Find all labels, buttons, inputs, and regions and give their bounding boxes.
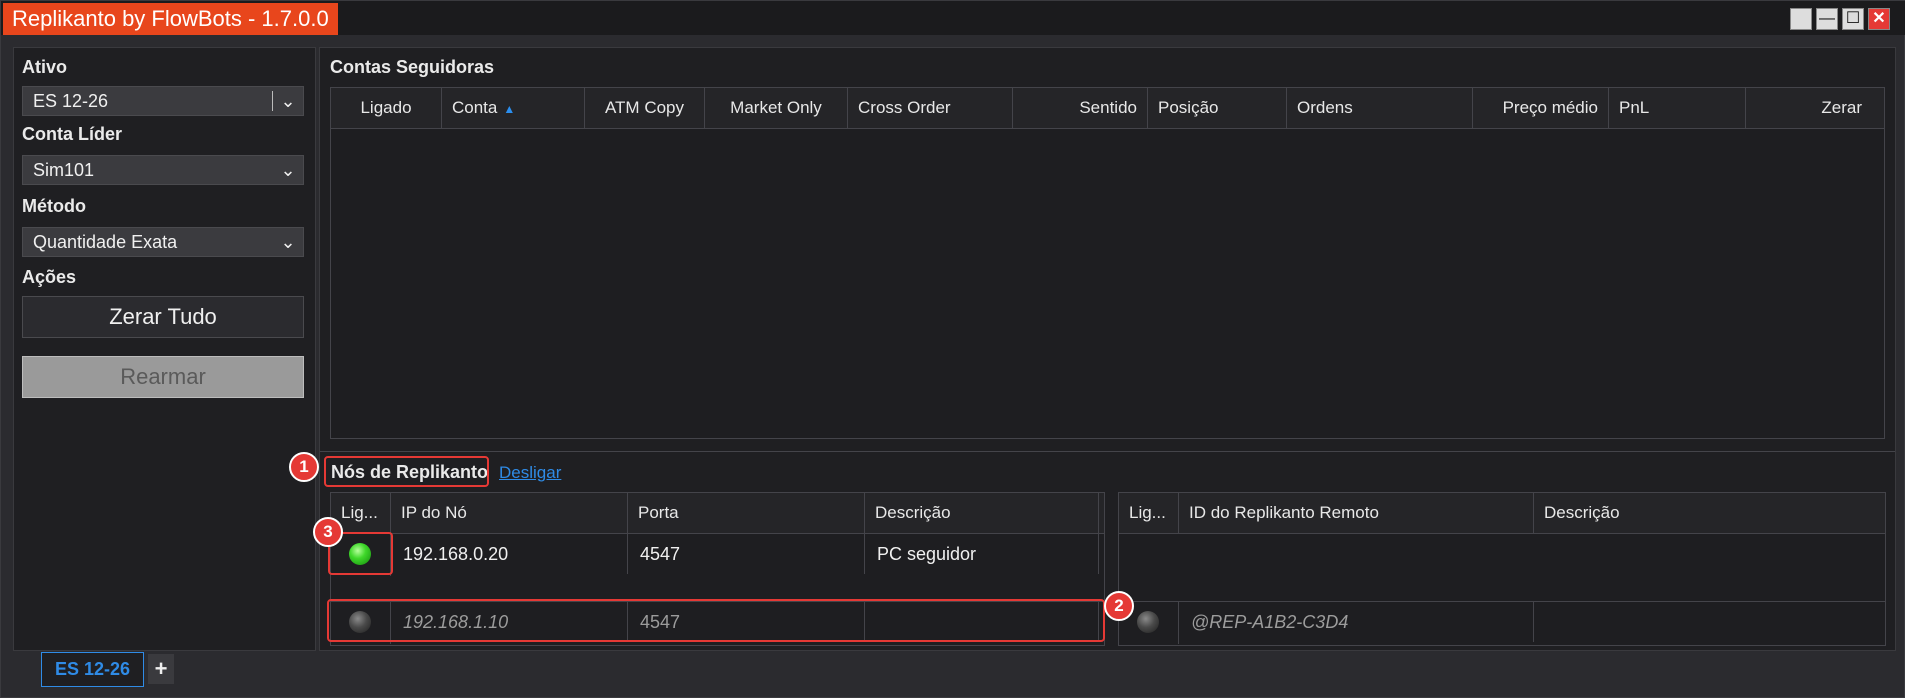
- annotation-badge-3: 3: [313, 517, 343, 547]
- col-conta[interactable]: Conta ▲: [442, 88, 585, 128]
- chevron-down-icon[interactable]: ⌄: [273, 156, 303, 184]
- col-porta[interactable]: Porta: [628, 493, 865, 533]
- table-row[interactable]: @REP-A1B2-C3D4: [1119, 602, 1885, 644]
- col-preco-medio[interactable]: Preço médio: [1473, 88, 1609, 128]
- metodo-select[interactable]: Quantidade Exata ⌄: [22, 227, 304, 257]
- col-descricao[interactable]: Descrição: [865, 493, 1099, 533]
- table-header: Lig... ID do Replikanto Remoto Descrição: [1119, 493, 1885, 534]
- metodo-value: Quantidade Exata: [33, 232, 178, 252]
- col-ordens[interactable]: Ordens: [1287, 88, 1473, 128]
- minimize-button[interactable]: —: [1816, 8, 1838, 30]
- tab-es-12-26[interactable]: ES 12-26: [41, 652, 144, 687]
- annotation-badge-1: 1: [289, 452, 319, 482]
- annotation-box-1: [324, 456, 489, 487]
- col-pnl[interactable]: PnL: [1609, 88, 1746, 128]
- ativo-value: ES 12-26: [33, 91, 109, 111]
- annotation-badge-2: 2: [1104, 591, 1134, 621]
- chevron-down-icon[interactable]: ⌄: [273, 87, 303, 115]
- rearmar-button[interactable]: Rearmar: [22, 356, 304, 398]
- chevron-down-icon[interactable]: ⌄: [273, 228, 303, 256]
- title-bar: Replikanto by FlowBots - 1.7.0.0 — ☐ ✕: [1, 1, 1905, 35]
- acoes-label: Ações: [22, 267, 77, 287]
- ip-cell: 192.168.0.20: [391, 534, 628, 574]
- col-zerar[interactable]: Zerar: [1746, 88, 1884, 128]
- conta-lider-select[interactable]: Sim101 ⌄: [22, 155, 304, 185]
- annotation-box-2: [327, 599, 1105, 642]
- col-lig[interactable]: Lig...: [1119, 493, 1179, 533]
- section-divider: [320, 451, 1895, 452]
- col-id-replikanto-remoto[interactable]: ID do Replikanto Remoto: [1179, 493, 1534, 533]
- table-header: Lig... IP do Nó Porta Descrição: [331, 493, 1104, 534]
- window-blank-button[interactable]: [1790, 8, 1812, 30]
- remote-nodes-table: Lig... ID do Replikanto Remoto Descrição…: [1118, 492, 1886, 646]
- col-atm-copy[interactable]: ATM Copy: [585, 88, 705, 128]
- col-cross-order[interactable]: Cross Order: [848, 88, 1013, 128]
- col-ip-do-no[interactable]: IP do Nó: [391, 493, 628, 533]
- col-conta-label: Conta: [452, 98, 498, 117]
- table-header: Ligado Conta ▲ ATM Copy Market Only Cross…: [331, 88, 1884, 129]
- contas-seguidoras-table: Ligado Conta ▲ ATM Copy Market Only Cross…: [330, 87, 1885, 439]
- col-sentido[interactable]: Sentido: [1013, 88, 1148, 128]
- conta-lider-value: Sim101: [33, 160, 95, 180]
- col-posicao[interactable]: Posição: [1148, 88, 1287, 128]
- ativo-label: Ativo: [22, 57, 67, 77]
- table-row[interactable]: 192.168.0.20 4547 PC seguidor: [331, 534, 1104, 576]
- right-panel: Contas Seguidoras Ligado Conta ▲ ATM Copy…: [319, 47, 1896, 651]
- porta-cell: 4547: [628, 534, 865, 574]
- close-button[interactable]: ✕: [1868, 8, 1890, 30]
- status-off-led-icon[interactable]: [1137, 611, 1159, 633]
- window-title: Replikanto by FlowBots - 1.7.0.0: [3, 3, 338, 35]
- metodo-label: Método: [22, 196, 86, 216]
- desligar-link[interactable]: Desligar: [499, 463, 561, 483]
- descricao-cell: PC seguidor: [865, 534, 1099, 574]
- col-market-only[interactable]: Market Only: [705, 88, 848, 128]
- ativo-select[interactable]: ES 12-26 ⌄: [22, 86, 304, 116]
- contas-seguidoras-title: Contas Seguidoras: [330, 57, 495, 77]
- col-ligado[interactable]: Ligado: [331, 88, 442, 128]
- app-window: Replikanto by FlowBots - 1.7.0.0 — ☐ ✕ A…: [0, 0, 1905, 698]
- left-panel: Ativo ES 12-26 ⌄ Conta Líder Sim101 ⌄ Mé…: [13, 47, 316, 651]
- add-tab-button[interactable]: +: [148, 654, 174, 684]
- maximize-button[interactable]: ☐: [1842, 8, 1864, 30]
- sort-ascending-icon: ▲: [503, 102, 516, 116]
- remote-id-cell: @REP-A1B2-C3D4: [1179, 602, 1534, 642]
- descricao-cell: [1534, 602, 1885, 642]
- conta-lider-label: Conta Líder: [22, 124, 123, 144]
- zerar-tudo-button[interactable]: Zerar Tudo: [22, 296, 304, 338]
- col-descricao[interactable]: Descrição: [1534, 493, 1885, 533]
